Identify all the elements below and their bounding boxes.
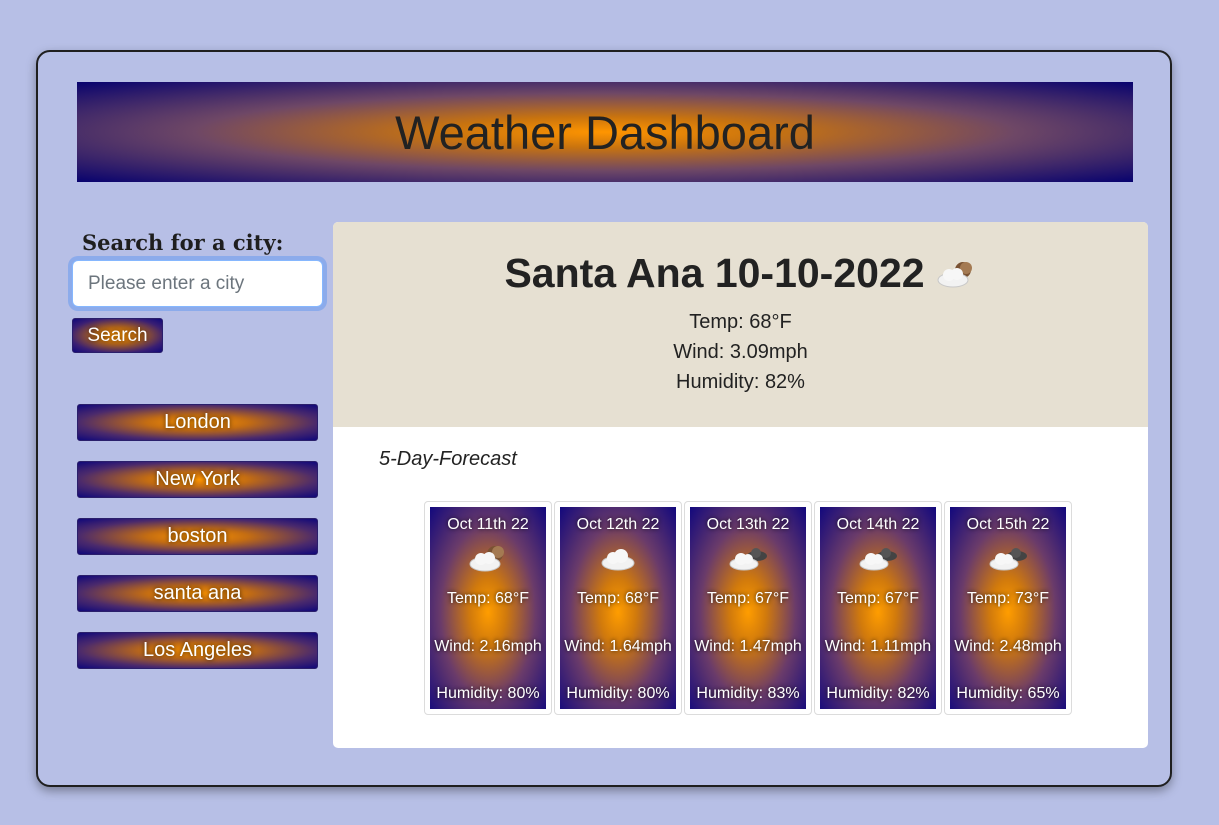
forecast-card: Oct 11th 22 Temp: 68°F Wind: 2.16mph Hum… [424, 501, 552, 715]
search-label: Search for a city: [82, 230, 284, 255]
current-weather: Santa Ana 10-10-2022 Temp: 68°F Wind: 3.… [333, 222, 1148, 427]
forecast-wind: Wind: 2.48mph [954, 638, 1062, 655]
forecast-date: Oct 11th 22 [447, 516, 529, 533]
history-button-santa-ana[interactable]: santa ana [77, 575, 318, 612]
forecast-card: Oct 14th 22 Temp: 67°F Wind: 1.11mph Hum… [814, 501, 942, 715]
page-title: Weather Dashboard [395, 105, 815, 159]
forecast-wind: Wind: 2.16mph [434, 638, 542, 655]
broken-clouds-icon [690, 543, 806, 573]
history-button-new-york[interactable]: New York [77, 461, 318, 498]
current-heading: Santa Ana 10-10-2022 [333, 250, 1148, 297]
forecast-temp: Temp: 68°F [577, 590, 659, 607]
forecast-card: Oct 13th 22 Temp: 67°F Wind: 1.47mph Hum… [684, 501, 812, 715]
forecast-title: 5-Day-Forecast [379, 448, 517, 470]
current-temp: Temp: 68°F [689, 311, 792, 333]
forecast-date: Oct 13th 22 [706, 516, 790, 533]
history-button-london[interactable]: London [77, 404, 318, 441]
forecast-temp: Temp: 67°F [837, 590, 919, 607]
forecast-wind: Wind: 1.11mph [824, 638, 932, 655]
current-wind: Wind: 3.09mph [673, 341, 808, 363]
history-button-los-angeles[interactable]: Los Angeles [77, 632, 318, 669]
broken-clouds-icon [820, 543, 936, 573]
search-history: London New York boston santa ana Los Ang… [77, 404, 318, 689]
forecast-card: Oct 12th 22 Temp: 68°F Wind: 1.64mph Hum… [554, 501, 682, 715]
current-humidity: Humidity: 82% [676, 371, 805, 393]
search-input[interactable] [72, 260, 323, 307]
forecast-humidity: Humidity: 65% [956, 685, 1060, 702]
current-city-date: Santa Ana 10-10-2022 [504, 250, 925, 296]
forecast-date: Oct 14th 22 [836, 516, 920, 533]
partly-cloudy-night-icon [935, 259, 977, 289]
cloud-icon [560, 543, 676, 573]
forecast-temp: Temp: 67°F [707, 590, 789, 607]
forecast-date: Oct 15th 22 [966, 516, 1050, 533]
forecast-humidity: Humidity: 80% [436, 685, 540, 702]
forecast-row: Oct 11th 22 Temp: 68°F Wind: 2.16mph Hum… [424, 501, 1074, 715]
forecast-wind: Wind: 1.64mph [564, 638, 672, 655]
forecast-wind: Wind: 1.47mph [694, 638, 802, 655]
forecast-temp: Temp: 68°F [447, 590, 529, 607]
forecast-date: Oct 12th 22 [576, 516, 660, 533]
forecast-humidity: Humidity: 83% [696, 685, 800, 702]
history-button-boston[interactable]: boston [77, 518, 318, 555]
forecast-temp: Temp: 73°F [967, 590, 1049, 607]
weather-card: Santa Ana 10-10-2022 Temp: 68°F Wind: 3.… [333, 222, 1148, 748]
forecast-humidity: Humidity: 80% [566, 685, 670, 702]
partly-cloudy-night-icon [430, 543, 546, 573]
header-banner: Weather Dashboard [77, 82, 1133, 182]
search-button[interactable]: Search [72, 318, 163, 353]
forecast-humidity: Humidity: 82% [826, 685, 930, 702]
forecast-card: Oct 15th 22 Temp: 73°F Wind: 2.48mph Hum… [944, 501, 1072, 715]
broken-clouds-icon [950, 543, 1066, 573]
